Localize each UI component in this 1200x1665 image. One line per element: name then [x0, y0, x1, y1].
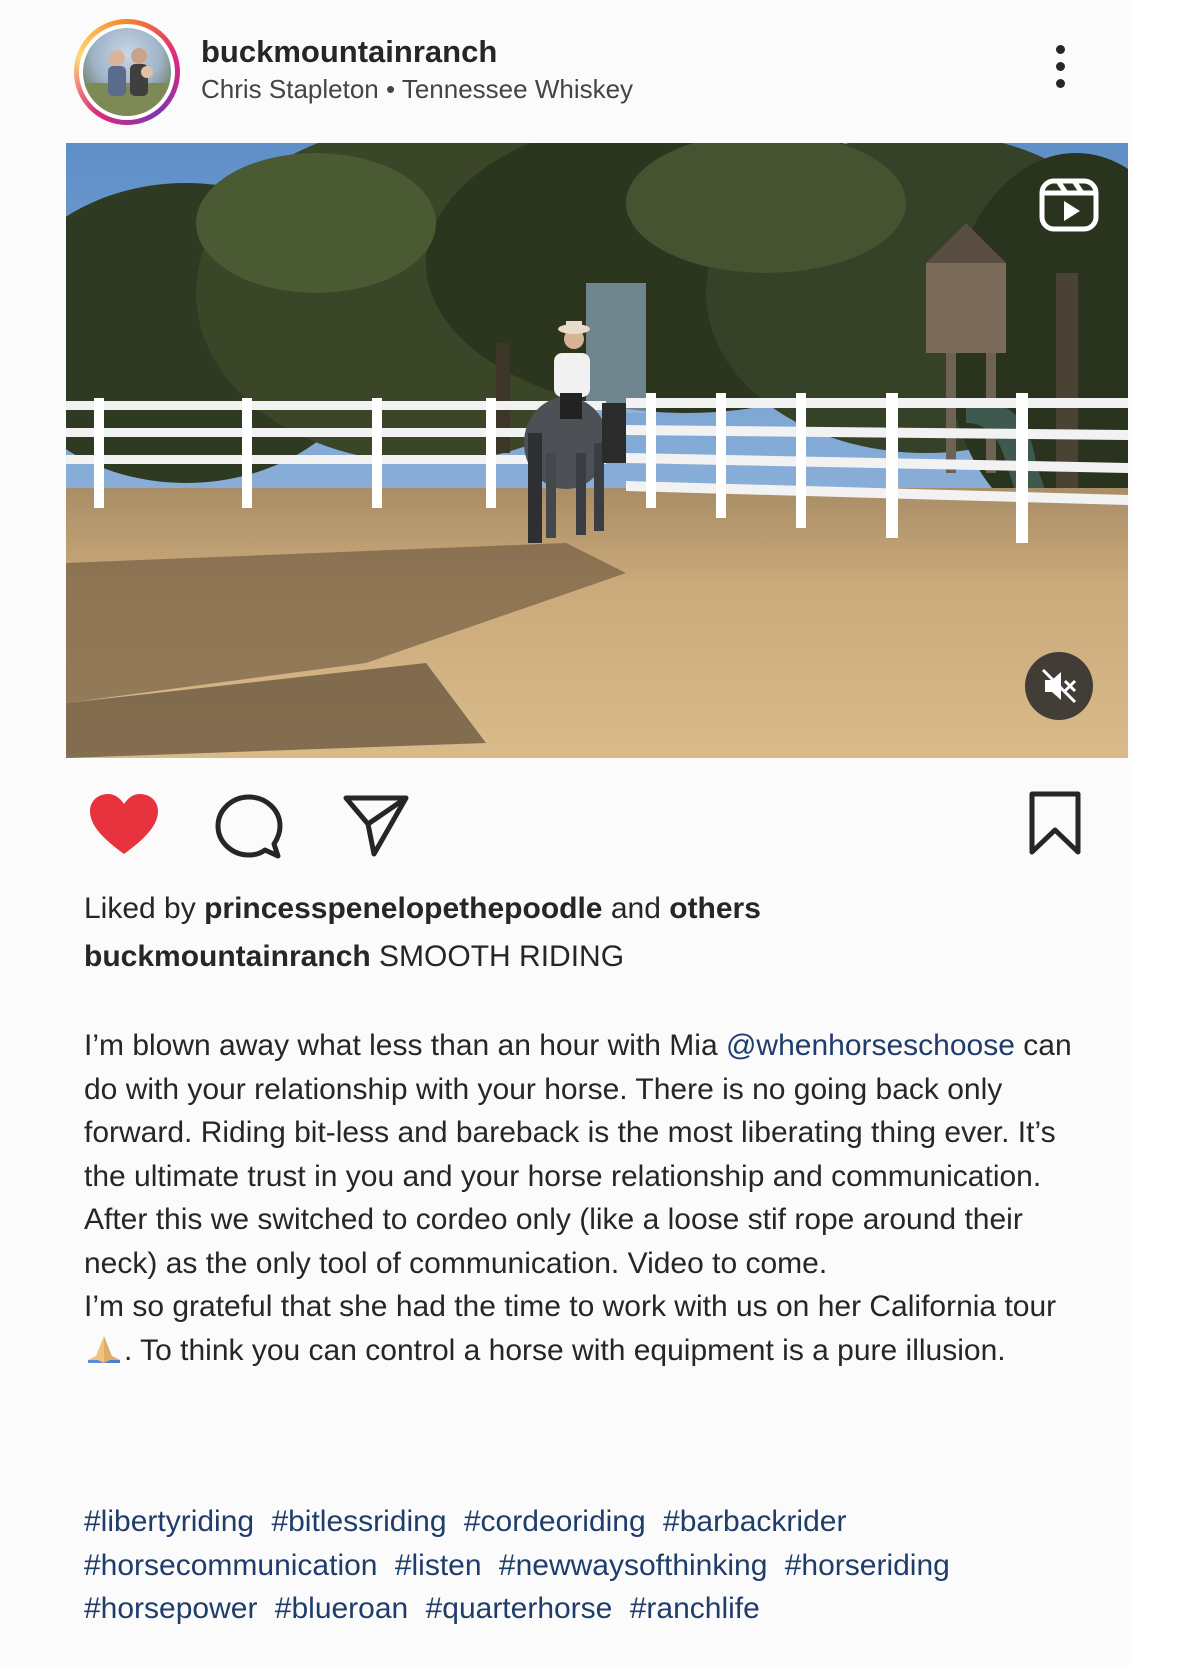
liked-by-user-link[interactable]: princesspenelopethepoodle: [204, 892, 602, 925]
video-frame: [66, 143, 1128, 758]
liked-others-link[interactable]: others: [669, 892, 761, 925]
audio-track-label[interactable]: Chris Stapleton • Tennessee Whiskey: [201, 74, 633, 105]
hashtag-link[interactable]: #listen: [395, 1549, 482, 1582]
hashtag-link[interactable]: #horsepower: [84, 1592, 257, 1625]
hashtag-link[interactable]: #libertyriding: [84, 1505, 254, 1538]
hashtag-link[interactable]: #quarterhorse: [426, 1592, 613, 1625]
liked-by-label: Liked by: [84, 892, 205, 925]
hashtag-link[interactable]: #newwaysofthinking: [499, 1549, 768, 1582]
share-button[interactable]: [340, 790, 410, 860]
caption-paragraph-2: I’m so grateful that she had the time to…: [84, 1290, 1057, 1367]
save-button[interactable]: [1024, 790, 1086, 856]
hashtag-link[interactable]: #bitlessriding: [271, 1505, 446, 1538]
hashtag-link[interactable]: #barbackrider: [663, 1505, 846, 1538]
profile-avatar-ring[interactable]: [74, 19, 180, 125]
hashtag-link[interactable]: #blueroan: [275, 1592, 408, 1625]
hashtag-list: #libertyriding #bitlessriding #cordeorid…: [84, 1500, 1094, 1631]
hashtag-link[interactable]: #horseriding: [785, 1549, 950, 1582]
like-button[interactable]: [88, 792, 160, 858]
comment-icon: [215, 794, 283, 859]
hashtag-link[interactable]: #horsecommunication: [84, 1549, 377, 1582]
instagram-post: buckmountainranch Chris Stapleton • Tenn…: [0, 0, 1132, 1665]
avatar: [83, 28, 171, 116]
liked-and-label: and: [602, 892, 670, 925]
mute-button[interactable]: [1025, 652, 1093, 720]
caption-paragraph-1: I’m blown away what less than an hour wi…: [84, 1029, 1072, 1280]
caption-title: SMOOTH RIDING: [370, 940, 625, 973]
caption-username-link[interactable]: buckmountainranch: [84, 940, 371, 973]
likes-summary: Liked by princesspenelopethepoodle and o…: [84, 892, 761, 926]
more-options-icon[interactable]: [1052, 45, 1068, 93]
muted-speaker-icon: [1041, 668, 1077, 704]
reel-icon: [1036, 171, 1102, 237]
share-icon: [343, 795, 409, 857]
comment-button[interactable]: [214, 792, 284, 862]
mention-link[interactable]: @whenhorseschoose: [726, 1029, 1015, 1062]
heart-icon: [90, 794, 158, 854]
folded-hands-icon: [88, 1335, 120, 1363]
bookmark-icon: [1029, 791, 1081, 855]
hashtag-link[interactable]: #ranchlife: [630, 1592, 760, 1625]
caption-body: I’m blown away what less than an hour wi…: [84, 1024, 1094, 1372]
post-header: buckmountainranch Chris Stapleton • Tenn…: [0, 0, 1132, 143]
post-video[interactable]: [66, 143, 1128, 758]
caption-header: buckmountainranch SMOOTH RIDING: [84, 940, 624, 974]
hashtag-link[interactable]: #cordeoriding: [464, 1505, 646, 1538]
post-username[interactable]: buckmountainranch: [201, 34, 497, 70]
